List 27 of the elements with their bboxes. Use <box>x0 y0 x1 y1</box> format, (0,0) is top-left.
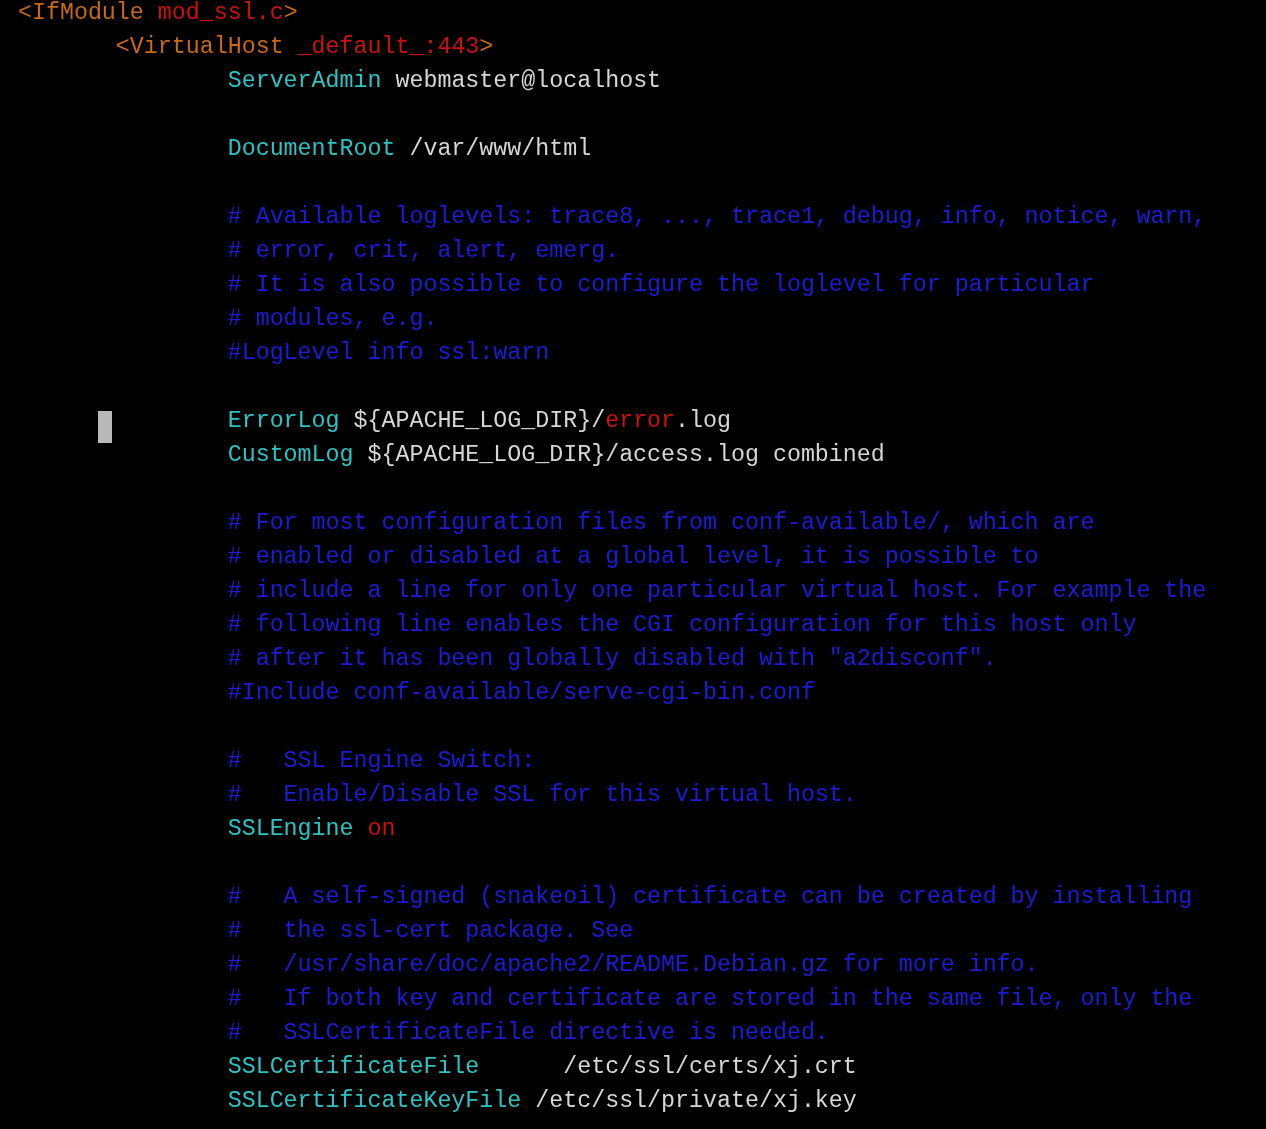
code-line: # error, crit, alert, emerg. <box>226 238 620 264</box>
code-line: ErrorLog ${APACHE_LOG_DIR}/error.log <box>226 408 731 434</box>
code-line: DocumentRoot /var/www/html <box>226 136 592 162</box>
code-line: # after it has been globally disabled with "a2disconf". <box>226 646 997 672</box>
code-line: # If both key and certificate are stored in the same file, only the <box>226 986 1193 1012</box>
code-line: # SSL Engine Switch: <box>226 748 536 774</box>
code-line: #LogLevel info ssl:warn <box>226 340 550 366</box>
code-line: # the ssl-cert package. See <box>226 918 634 944</box>
code-line: # /usr/share/doc/apache2/README.Debian.gz for more info. <box>226 952 1039 978</box>
code-line: ServerAdmin webmaster@localhost <box>226 68 662 94</box>
code-line: SSLCertificateKeyFile /etc/ssl/private/xj.key <box>226 1088 857 1114</box>
code-line: #Include conf-available/serve-cgi-bin.conf <box>226 680 815 706</box>
code-line: CustomLog ${APACHE_LOG_DIR}/access.log combined <box>226 442 885 468</box>
code-line: <VirtualHost _default_:443> <box>114 34 494 60</box>
code-line: # following line enables the CGI configuration for this host only <box>226 612 1137 638</box>
code-line: SSLCertificateFile /etc/ssl/certs/xj.crt <box>226 1054 857 1080</box>
code-line: <IfModule mod_ssl.c> <box>18 0 298 26</box>
code-line: # A self-signed (snakeoil) certificate can be created by installing <box>226 884 1193 910</box>
code-line: # Available loglevels: trace8, ..., trace1, debug, info, notice, warn, <box>226 204 1207 230</box>
code-line: # It is also possible to configure the loglevel for particular <box>226 272 1095 298</box>
code-line: SSLEngine on <box>226 816 396 842</box>
code-line: # For most configuration files from conf-available/, which are <box>226 510 1095 536</box>
code-line: # Enable/Disable SSL for this virtual host. <box>226 782 857 808</box>
code-line: # modules, e.g. <box>226 306 438 332</box>
code-line: # include a line for only one particular virtual host. For example the <box>226 578 1207 604</box>
code-line: # enabled or disabled at a global level, it is possible to <box>226 544 1039 570</box>
code-line: # SSLCertificateFile directive is needed. <box>226 1020 829 1046</box>
